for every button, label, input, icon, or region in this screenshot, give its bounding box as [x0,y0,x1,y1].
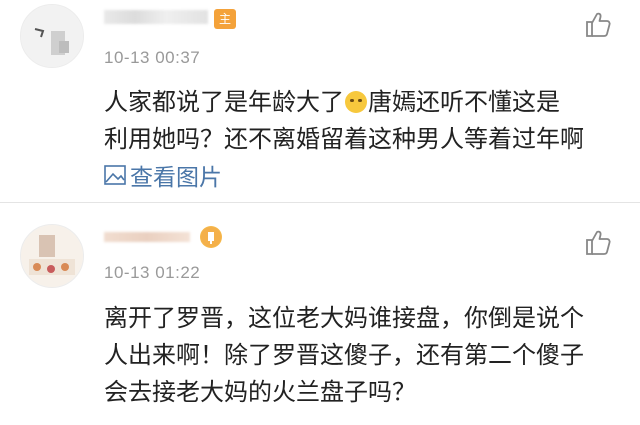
comment-timestamp: 10-13 01:22 [104,263,201,282]
image-icon [104,165,126,185]
thumbs-up-icon [586,12,611,37]
comment-timestamp: 10-13 00:37 [104,48,201,67]
comment-text: 人家都说了是年龄大了 唐嫣还听不懂这是 利用她吗？还不离婚留着这种男人等着过年啊 [104,84,624,158]
avatar[interactable] [20,4,84,68]
comment-text: 离开了罗晋，这位老大妈谁接盘，你倒是说个 人出来啊！除了罗晋这傻子，还有第二个傻… [104,300,624,411]
comment-line: 会去接老大妈的火兰盘子吗？ [104,378,416,406]
comment-item: 主 10-13 00:37 人家都说了是年龄大了 唐嫣还听不懂这是 利用她吗？还不… [0,0,640,203]
divider [0,202,640,203]
avatar[interactable] [20,224,84,288]
owner-badge: 主 [214,9,236,29]
view-image-label: 查看图片 [130,165,222,191]
vip-badge-icon [200,226,222,248]
view-image-link[interactable]: 查看图片 [104,160,222,191]
comment-line: 利用她吗？还不离婚留着这种男人等着过年啊 [104,125,584,153]
thumbs-up-icon [586,230,611,255]
like-button[interactable] [584,228,612,256]
like-button[interactable] [584,10,612,38]
shush-face-emoji-icon [345,91,367,113]
username[interactable] [104,232,190,242]
comment-line: 人出来啊！除了罗晋这傻子，还有第二个傻子 [104,341,584,369]
comment-item: 10-13 01:22 离开了罗晋，这位老大妈谁接盘，你倒是说个 人出来啊！除了… [0,204,640,425]
comment-line: 人家都说了是年龄大了 [104,88,344,116]
username[interactable] [104,10,208,24]
comment-line: 离开了罗晋，这位老大妈谁接盘，你倒是说个 [104,304,584,332]
comment-line: 唐嫣还听不懂这是 [368,88,560,116]
